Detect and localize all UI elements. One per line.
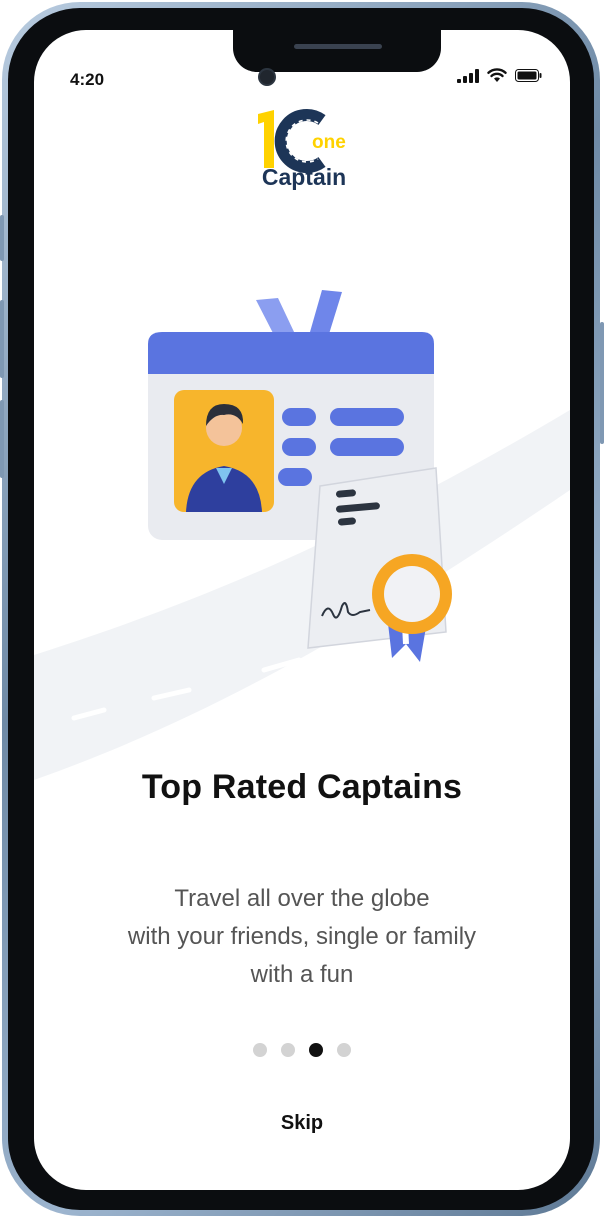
page-dot[interactable] (281, 1043, 295, 1057)
page-indicator (34, 1043, 570, 1057)
speaker (294, 44, 382, 49)
front-camera (258, 68, 276, 86)
side-button (0, 400, 4, 478)
app-screen: 4:20 one Captain Top Rated Captains Trav… (34, 30, 570, 1190)
notch (233, 30, 441, 72)
certificate (307, 467, 452, 662)
slide-title: Top Rated Captains (141, 768, 463, 806)
battery-icon (515, 69, 542, 82)
slide-description: Travel all over the globe with your frie… (127, 885, 477, 988)
brand-logo: one Captain (252, 106, 356, 194)
page-dot-active[interactable] (309, 1043, 323, 1057)
page-dot[interactable] (337, 1043, 351, 1057)
status-icons (457, 68, 542, 83)
logo-word-captain: Captain (261, 164, 347, 190)
wifi-icon (487, 68, 507, 82)
phone-frame: 4:20 one Captain Top Rated Captains Trav… (0, 0, 604, 1220)
page-dot[interactable] (253, 1043, 267, 1057)
status-time: 4:20 (70, 70, 105, 89)
captain-id-illustration (148, 290, 452, 662)
signal-icon (457, 68, 479, 83)
logo-word-one: one (312, 132, 346, 153)
side-button (600, 322, 604, 444)
skip-button[interactable]: Skip (34, 1112, 570, 1135)
side-button (0, 215, 4, 261)
side-button (0, 300, 4, 378)
